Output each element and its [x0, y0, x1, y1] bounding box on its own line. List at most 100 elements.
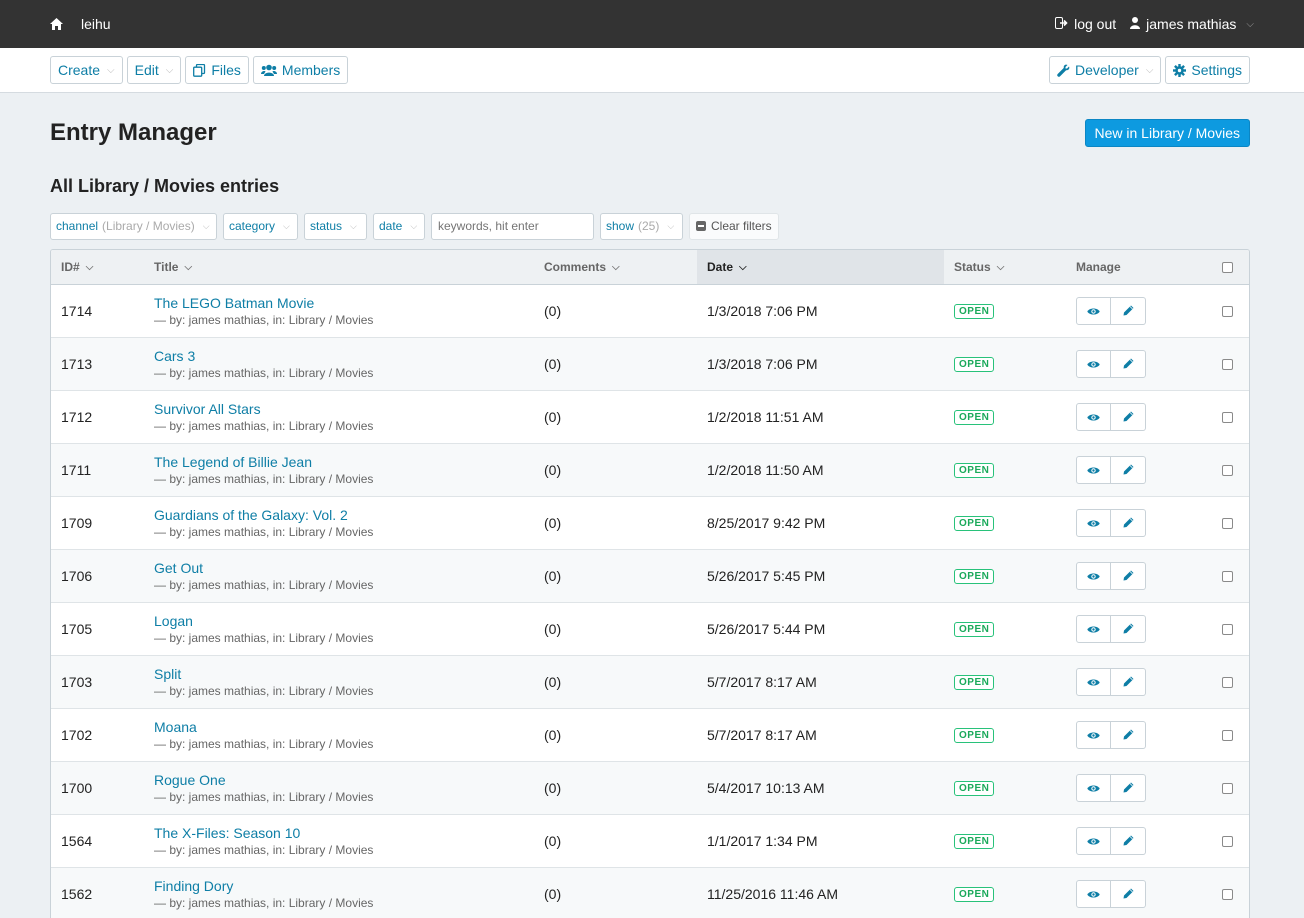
view-entry-button[interactable] — [1076, 297, 1111, 325]
entry-meta: — by: james mathias, in: Library / Movie… — [154, 630, 374, 645]
entry-title-link[interactable]: Split — [154, 666, 181, 683]
edit-entry-button[interactable] — [1111, 403, 1146, 431]
entry-status-cell: OPEN — [944, 338, 1066, 390]
edit-entry-button[interactable] — [1111, 509, 1146, 537]
new-entry-button[interactable]: New in Library / Movies — [1084, 119, 1250, 147]
entry-checkbox[interactable] — [1222, 464, 1233, 476]
entry-checkbox[interactable] — [1222, 517, 1233, 529]
show-filter[interactable]: show (25) ⌵ — [600, 212, 683, 240]
view-entry-button[interactable] — [1076, 615, 1111, 643]
edit-entry-button[interactable] — [1111, 456, 1146, 484]
entry-comments: (0) — [544, 727, 562, 743]
column-header-status[interactable]: Status ⌵ — [944, 250, 1066, 284]
status-badge: OPEN — [954, 356, 995, 372]
settings-button[interactable]: Settings — [1165, 56, 1250, 84]
entry-checkbox[interactable] — [1222, 782, 1233, 794]
view-entry-button[interactable] — [1076, 509, 1111, 537]
entry-title-link[interactable]: Survivor All Stars — [154, 401, 261, 418]
entry-title-link[interactable]: Get Out — [154, 560, 203, 577]
entry-select-cell — [1208, 285, 1249, 337]
entry-title-link[interactable]: Rogue One — [154, 772, 226, 789]
column-header-comments[interactable]: Comments ⌵ — [534, 250, 697, 284]
entry-status-cell: OPEN — [944, 656, 1066, 708]
view-entry-button[interactable] — [1076, 774, 1111, 802]
view-entry-button[interactable] — [1076, 668, 1111, 696]
chevron-down-icon: ⌵ — [410, 220, 418, 231]
members-button[interactable]: Members — [252, 56, 349, 84]
view-entry-button[interactable] — [1076, 350, 1111, 378]
entry-title-link[interactable]: The X-Files: Season 10 — [154, 825, 300, 842]
logout-link[interactable]: log out — [1055, 16, 1116, 32]
entry-id: 1703 — [61, 674, 93, 690]
files-button[interactable]: Files — [185, 56, 249, 84]
status-badge: OPEN — [954, 568, 995, 584]
column-header-id[interactable]: ID# ⌵ — [51, 250, 144, 284]
edit-entry-button[interactable] — [1111, 880, 1146, 908]
entry-manage-cell — [1066, 338, 1208, 390]
entry-checkbox[interactable] — [1222, 411, 1233, 423]
files-label: Files — [211, 62, 241, 78]
gear-icon — [1173, 63, 1187, 77]
edit-entry-button[interactable] — [1111, 721, 1146, 749]
status-filter[interactable]: status ⌵ — [304, 212, 367, 240]
chevron-down-icon: ⌵ — [1145, 64, 1154, 76]
edit-entry-button[interactable] — [1111, 297, 1146, 325]
edit-entry-button[interactable] — [1111, 350, 1146, 378]
entry-checkbox[interactable] — [1222, 888, 1233, 900]
entry-meta: — by: james mathias, in: Library / Movie… — [154, 418, 374, 433]
entry-title-link[interactable]: Moana — [154, 719, 197, 736]
search-input[interactable] — [431, 212, 594, 240]
chevron-down-icon: ⌵ — [85, 261, 94, 273]
entry-checkbox[interactable] — [1222, 729, 1233, 741]
edit-entry-button[interactable] — [1111, 827, 1146, 855]
entry-title-link[interactable]: Cars 3 — [154, 348, 195, 365]
entry-title-link[interactable]: Finding Dory — [154, 878, 233, 895]
entry-meta: — by: james mathias, in: Library / Movie… — [154, 524, 374, 539]
select-all-checkbox[interactable] — [1222, 261, 1233, 273]
view-entry-button[interactable] — [1076, 880, 1111, 908]
entry-manage-cell — [1066, 550, 1208, 602]
view-entry-button[interactable] — [1076, 721, 1111, 749]
entry-title-link[interactable]: The LEGO Batman Movie — [154, 295, 314, 312]
status-badge: OPEN — [954, 462, 995, 478]
edit-entry-button[interactable] — [1111, 562, 1146, 590]
edit-entry-button[interactable] — [1111, 668, 1146, 696]
entry-checkbox[interactable] — [1222, 676, 1233, 688]
entry-title-link[interactable]: The Legend of Billie Jean — [154, 454, 312, 471]
column-header-date[interactable]: Date ⌵ — [697, 250, 944, 284]
channel-filter[interactable]: channel (Library / Movies) ⌵ — [50, 212, 217, 240]
edit-entry-button[interactable] — [1111, 615, 1146, 643]
main-content: Entry Manager New in Library / Movies Al… — [0, 118, 1304, 918]
view-entry-button[interactable] — [1076, 456, 1111, 484]
category-filter[interactable]: category ⌵ — [223, 212, 298, 240]
entry-title-cell: Moana — by: james mathias, in: Library / … — [144, 709, 534, 761]
home-icon[interactable] — [50, 18, 63, 30]
entry-checkbox[interactable] — [1222, 305, 1233, 317]
entry-comments: (0) — [544, 515, 562, 531]
view-entry-button[interactable] — [1076, 827, 1111, 855]
user-menu[interactable]: james mathias ⌵ — [1130, 16, 1254, 32]
entry-checkbox[interactable] — [1222, 623, 1233, 635]
entry-checkbox[interactable] — [1222, 358, 1233, 370]
view-entry-button[interactable] — [1076, 562, 1111, 590]
entry-checkbox[interactable] — [1222, 835, 1233, 847]
site-name-link[interactable]: leihu — [81, 16, 111, 32]
entry-status-cell: OPEN — [944, 550, 1066, 602]
entry-title-link[interactable]: Guardians of the Galaxy: Vol. 2 — [154, 507, 348, 524]
table-row: 1702 Moana — by: james mathias, in: Librar… — [51, 709, 1249, 762]
entry-status-cell: OPEN — [944, 391, 1066, 443]
chevron-down-icon: ⌵ — [996, 261, 1005, 273]
entry-checkbox[interactable] — [1222, 570, 1233, 582]
clear-filters-button[interactable]: Clear filters — [689, 212, 779, 240]
status-badge: OPEN — [954, 303, 995, 319]
chevron-down-icon: ⌵ — [1246, 18, 1254, 30]
date-filter[interactable]: date ⌵ — [373, 212, 425, 240]
view-entry-button[interactable] — [1076, 403, 1111, 431]
edit-entry-button[interactable] — [1111, 774, 1146, 802]
column-header-title[interactable]: Title ⌵ — [144, 250, 534, 284]
edit-menu-button[interactable]: Edit ⌵ — [126, 56, 182, 84]
create-menu-button[interactable]: Create ⌵ — [50, 56, 123, 84]
developer-menu-button[interactable]: Developer ⌵ — [1048, 56, 1162, 84]
entry-title-link[interactable]: Logan — [154, 613, 193, 630]
status-badge: OPEN — [954, 886, 995, 902]
